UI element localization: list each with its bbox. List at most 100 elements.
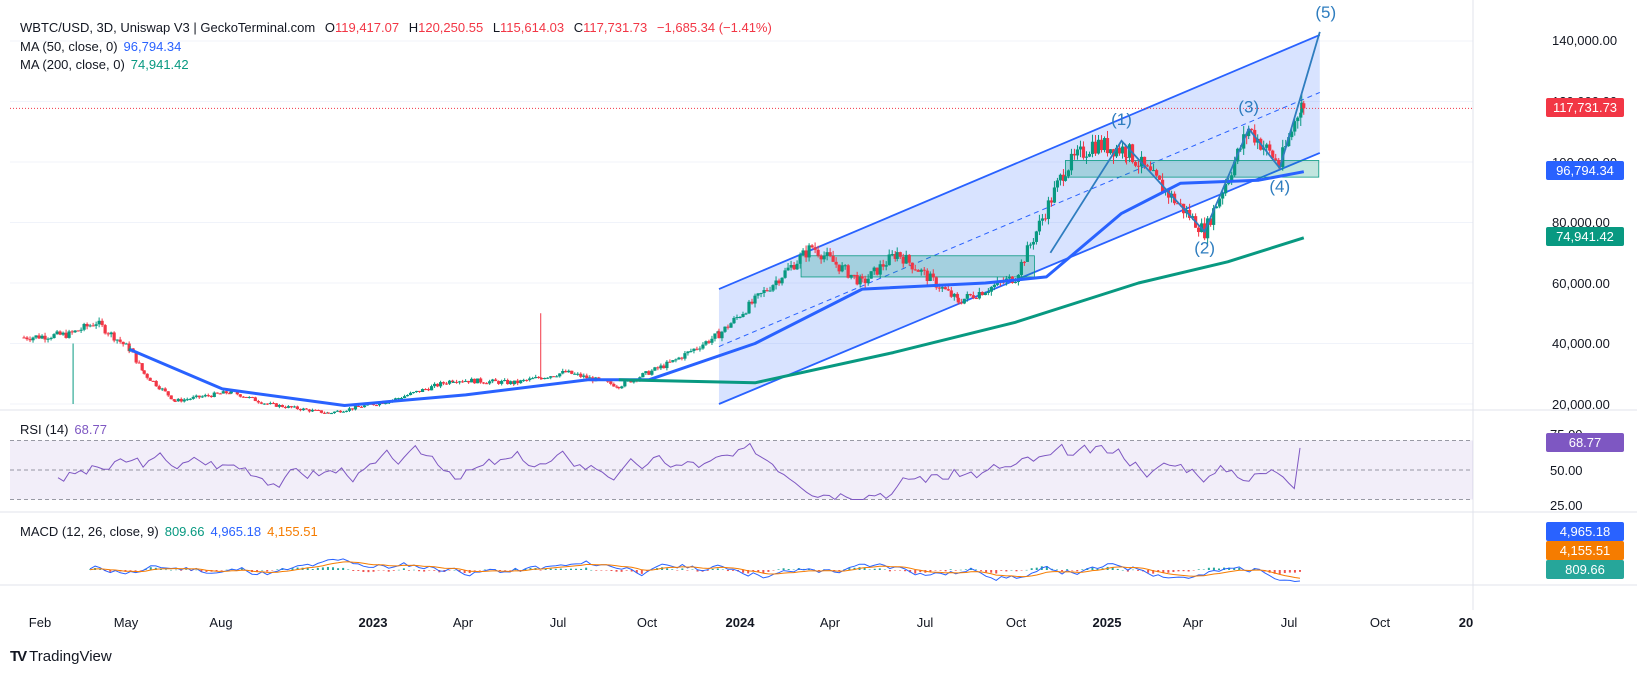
macd-histogram-bar <box>387 570 390 572</box>
candle-body <box>759 293 763 295</box>
macd-histogram-bar <box>893 570 896 571</box>
candle-body <box>359 406 364 408</box>
candle-body <box>1031 241 1035 245</box>
candle-body <box>241 396 245 398</box>
time-axis-label: Aug <box>209 615 233 630</box>
candle-body <box>444 383 449 385</box>
macd-histogram-bar <box>276 569 279 570</box>
candle-body <box>399 397 404 399</box>
candle-body <box>58 331 62 335</box>
candle-body <box>959 302 963 304</box>
candle-body <box>717 331 721 339</box>
candle-body <box>289 406 293 408</box>
candle-body <box>701 344 705 349</box>
candle-body <box>118 339 122 342</box>
candle-body <box>1007 276 1011 279</box>
candle-body <box>738 317 742 319</box>
chart-canvas[interactable]: (1) (2) (3) (4) (5) <box>0 0 1637 676</box>
candle-body <box>215 392 219 394</box>
candle-body <box>860 276 864 279</box>
macd-histogram-bar <box>559 568 562 570</box>
macd-histogram-bar <box>347 569 350 570</box>
macd-histogram-bar <box>1182 570 1185 572</box>
ma50-legend[interactable]: MA (50, close, 0) 96,794.34 <box>20 39 187 54</box>
candle-body <box>374 405 379 407</box>
symbol-title[interactable]: WBTC/USD, 3D, Uniswap V3 | GeckoTerminal… <box>20 20 315 35</box>
candle-body <box>813 247 817 250</box>
candle-body <box>983 292 987 296</box>
candle-body <box>1028 244 1032 246</box>
macd-histogram-bar <box>554 568 557 570</box>
candle-body <box>455 381 459 383</box>
candle-body <box>531 378 535 380</box>
macd-histogram-bar <box>1217 568 1220 570</box>
candle-body <box>904 254 908 264</box>
candle-body <box>913 269 917 271</box>
candle-body <box>774 280 778 286</box>
candle-body <box>789 264 793 268</box>
macd-histogram-bar <box>539 570 542 571</box>
price-axis-label: 20,000.00 <box>1552 397 1610 412</box>
candle-body <box>662 365 666 369</box>
macd-histogram-bar <box>1000 570 1003 571</box>
macd-histogram-bar <box>1238 567 1241 570</box>
candle-body <box>467 380 471 383</box>
trading-chart[interactable]: (1) (2) (3) (4) (5) WBTC/USD, 3D, Uniswap V3… <box>0 0 1637 676</box>
macd-histogram-bar <box>99 569 102 570</box>
candle-body <box>582 375 586 377</box>
candle-body <box>1013 281 1017 283</box>
candle-body <box>962 298 966 304</box>
candle-body <box>1151 170 1156 172</box>
macd-histogram-bar <box>1005 570 1008 572</box>
tradingview-logo[interactable]: TV TradingView <box>10 648 112 665</box>
candle-body <box>807 245 811 258</box>
candle-body <box>965 294 969 299</box>
candle-body <box>1037 220 1042 232</box>
candle-body <box>435 383 440 387</box>
macd-histogram-bar <box>1010 569 1013 571</box>
candle-body <box>182 399 186 402</box>
macd-histogram-bar <box>509 570 512 571</box>
candle-body <box>46 338 50 340</box>
macd-histogram-bar <box>676 570 679 571</box>
candle-body <box>570 370 574 374</box>
candle-body <box>1102 138 1107 151</box>
candle-body <box>1052 187 1057 203</box>
macd-histogram-bar <box>1071 570 1074 571</box>
ma200-legend[interactable]: MA (200, close, 0) 74,941.42 <box>20 57 195 72</box>
candle-body <box>1063 176 1068 181</box>
candle-body <box>262 403 266 405</box>
candle-body <box>405 395 410 397</box>
macd-histogram-bar <box>671 569 674 570</box>
macd-legend[interactable]: MACD (12, 26, close, 9) 809.66 4,965.18 4,1… <box>20 524 324 539</box>
candle-body <box>771 285 775 291</box>
candle-body <box>713 333 717 339</box>
candle-body <box>1117 147 1122 154</box>
candle-body <box>37 335 41 339</box>
candle-body <box>22 337 26 339</box>
price-axis-label: 140,000.00 <box>1552 33 1618 48</box>
candle-body <box>470 378 474 383</box>
candle-body <box>1046 200 1051 219</box>
candle-body <box>200 396 204 398</box>
candle-body <box>476 378 480 384</box>
candle-body <box>485 383 489 385</box>
macd-histogram-bar <box>888 570 891 572</box>
macd-histogram-bar <box>397 569 400 571</box>
macd-histogram-bar <box>1030 568 1033 570</box>
macd-histogram-bar <box>777 569 780 570</box>
rsi-legend[interactable]: RSI (14) 68.77 <box>20 422 113 437</box>
candle-body <box>881 264 885 267</box>
candle-body <box>822 255 826 260</box>
macd-histogram-bar <box>742 570 745 573</box>
candle-body <box>209 395 213 398</box>
candle-body <box>519 380 523 384</box>
signal-price-tag: 4,155.51 <box>1546 541 1624 560</box>
candle-body <box>1145 165 1150 167</box>
candle-body <box>707 341 711 343</box>
candle-body <box>503 380 507 382</box>
candle-body <box>301 408 306 411</box>
candle-body <box>516 380 520 384</box>
macd-histogram-bar <box>904 570 907 572</box>
macd-histogram-bar <box>1202 569 1205 570</box>
